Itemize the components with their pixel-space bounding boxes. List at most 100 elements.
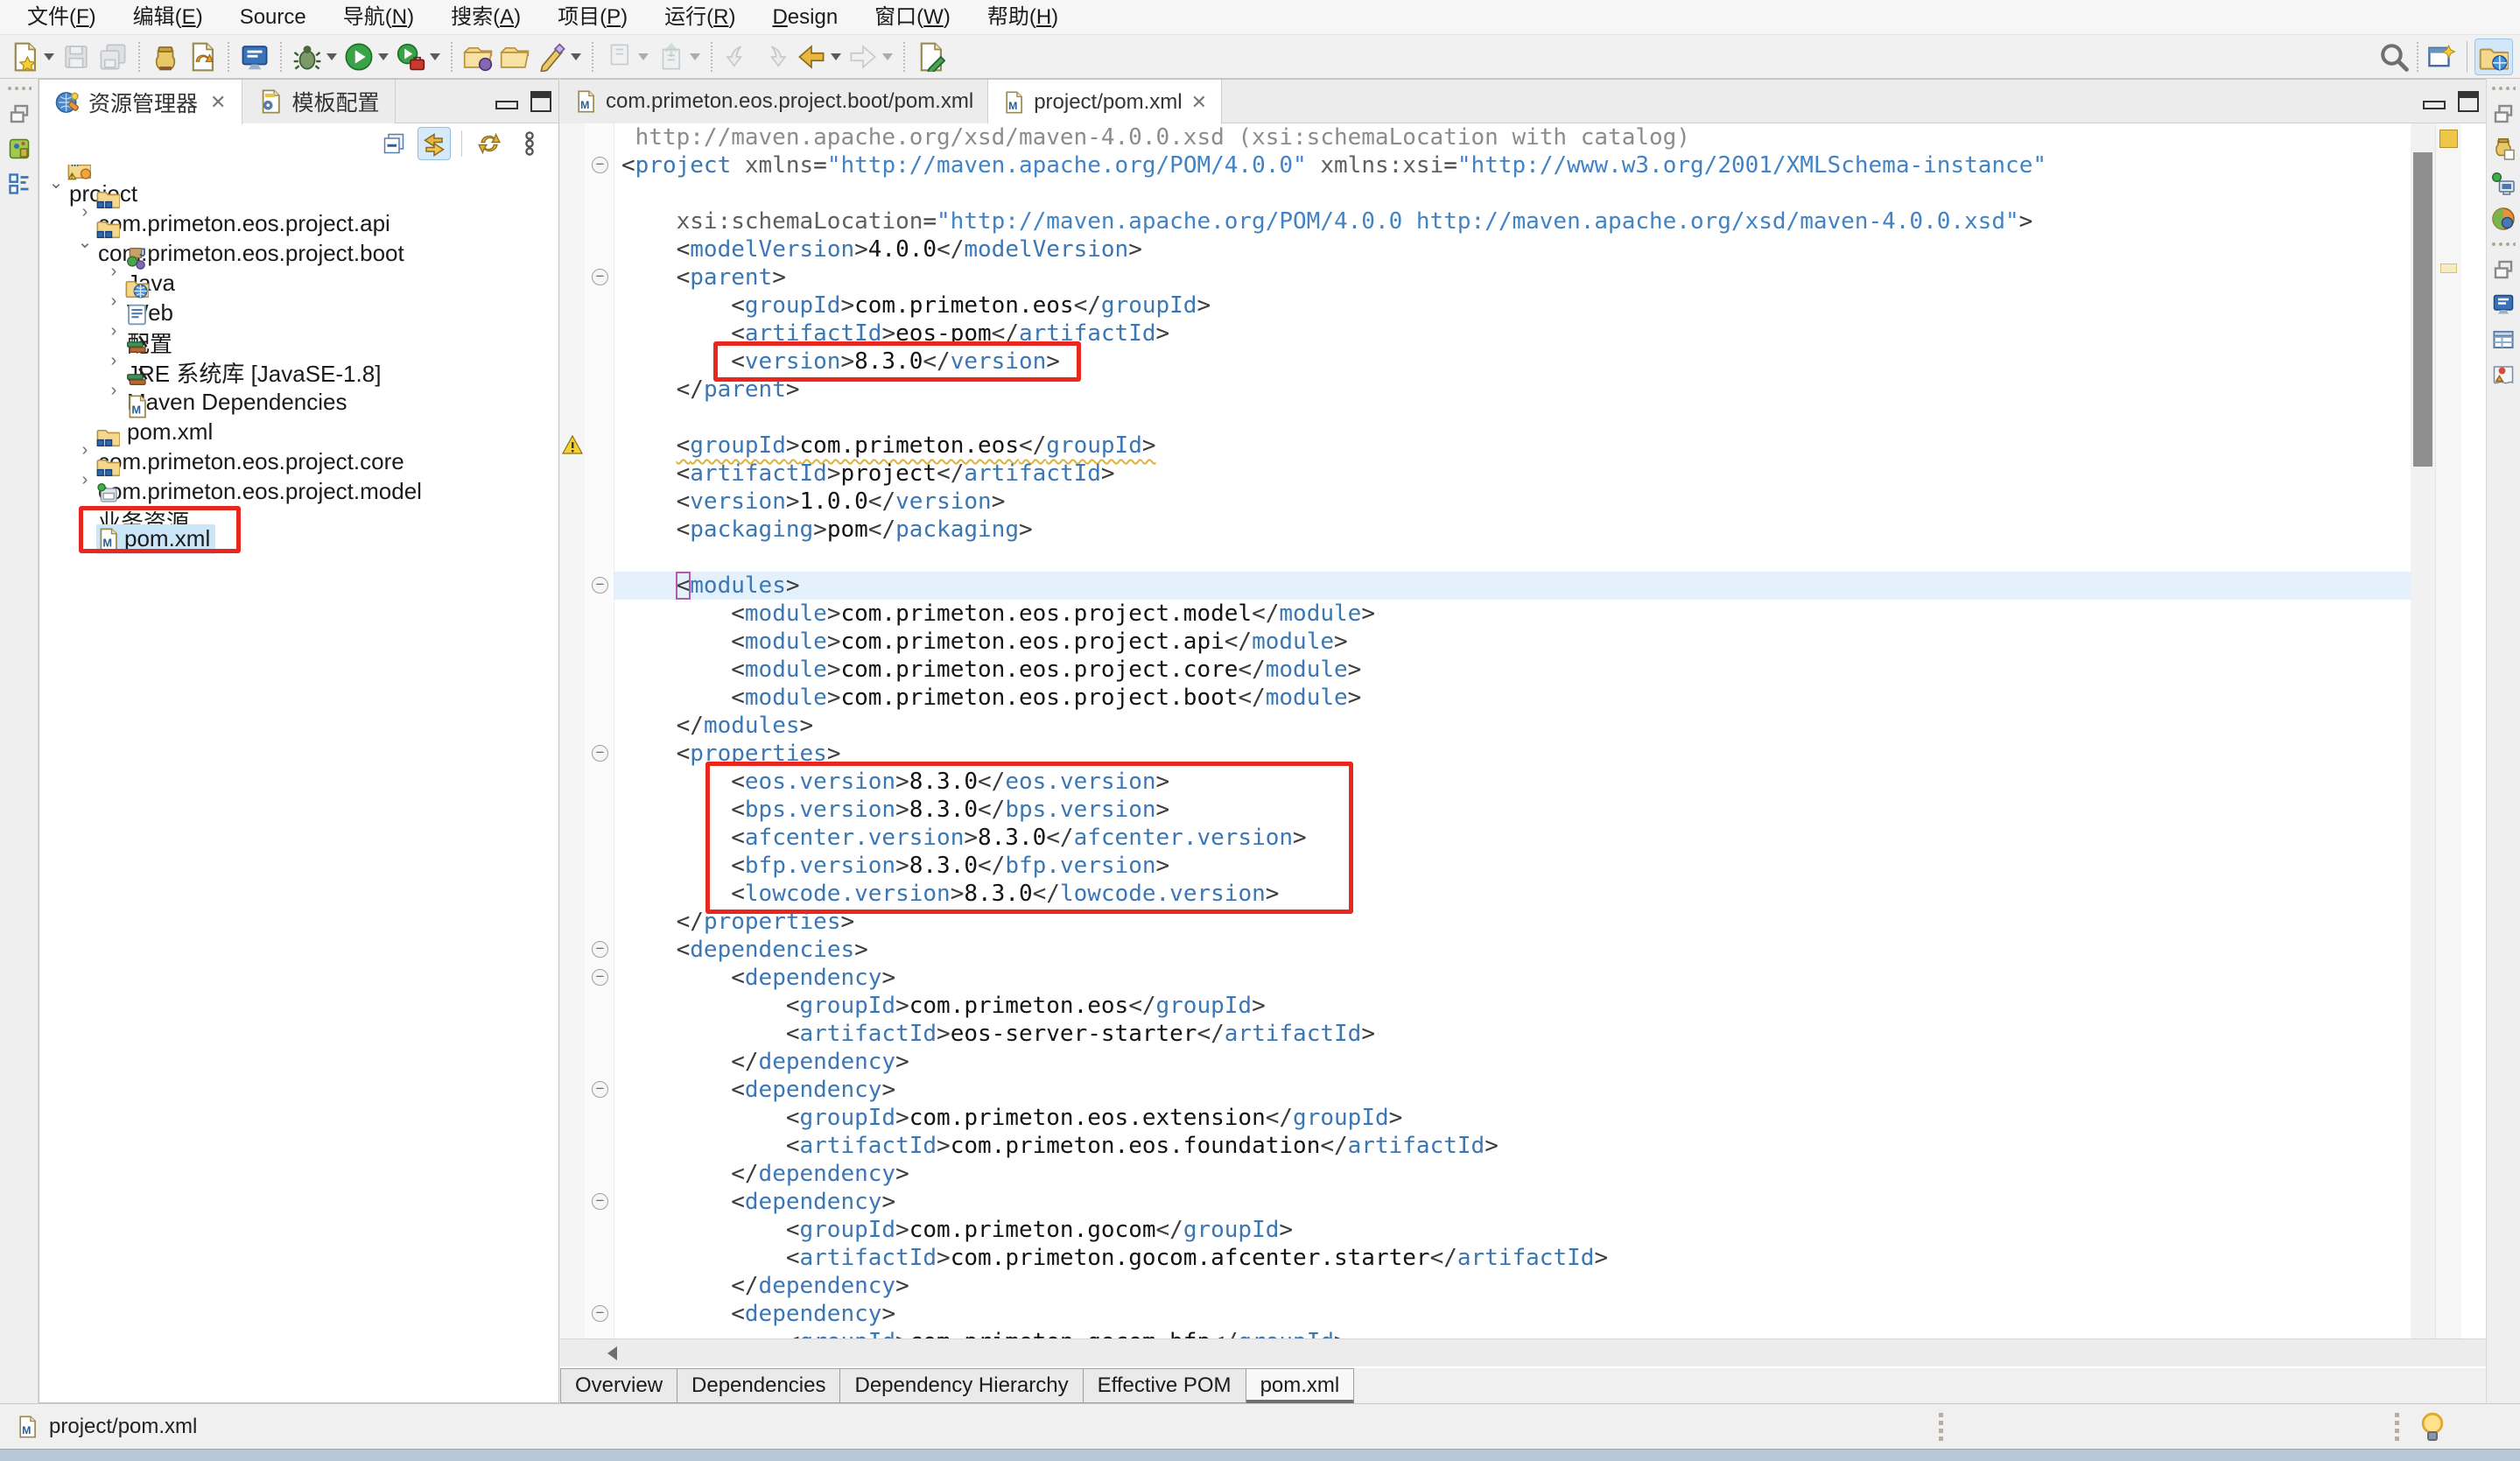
tree-item--[interactable]: 业务资源 [39,495,558,524]
tree-expander-icon[interactable]: › [102,291,125,312]
forward-button[interactable] [845,39,896,75]
fold-collapse-icon[interactable]: − [592,941,608,958]
save-all-button[interactable] [95,39,131,75]
fold-collapse-icon[interactable]: − [592,269,608,285]
tree-item-com.primeton.eos.project.boot[interactable]: ⌄com.primeton.eos.project.boot [39,227,558,256]
pom-page-tab-effective-pom[interactable]: Effective POM [1084,1368,1246,1403]
dropdown-caret-icon[interactable] [44,53,54,60]
pom-page-tab-pom.xml[interactable]: pom.xml [1246,1368,1355,1403]
code-line[interactable]: <artifactId>com.primeton.gocom.afcenter.… [614,1244,2435,1272]
dropdown-caret-icon[interactable] [831,53,841,60]
folder-purple-button[interactable] [460,39,496,75]
code-line[interactable]: <dependency> [614,964,2435,992]
scroll-left-arrow-icon[interactable] [607,1346,617,1360]
editor-tab[interactable]: Mcom.primeton.eos.project.boot/pom.xml [560,80,988,123]
sidebar-tab[interactable]: 资源管理器✕ [39,80,242,124]
fold-collapse-icon[interactable]: − [592,1193,608,1210]
menu-w[interactable]: 窗口(W) [856,0,969,35]
code-line[interactable]: <parent> [614,263,2435,291]
close-icon[interactable]: ✕ [207,91,226,114]
minimized-view-restore-views[interactable] [2488,98,2519,130]
code-line[interactable] [614,404,2435,432]
code-line[interactable]: </modules> [614,712,2435,740]
lightbulb-icon[interactable] [2418,1411,2447,1450]
tree-expander-icon[interactable]: › [102,321,125,341]
tree-expander-icon[interactable]: › [102,381,125,401]
overview-warning-mark[interactable] [2440,263,2457,273]
menu-r[interactable]: 运行(R) [646,0,754,35]
console-button[interactable] [236,39,273,75]
code-line[interactable]: <bfp.version>8.3.0</bfp.version> [614,852,2435,880]
tree-expander-icon[interactable]: › [102,351,125,371]
code-line[interactable]: </properties> [614,908,2435,936]
horizontal-scrollbar[interactable] [560,1338,2486,1366]
save-button[interactable] [58,39,95,75]
code-line[interactable]: <project xmlns="http://maven.apache.org/… [614,151,2435,179]
maximize-icon[interactable] [530,91,551,112]
minimized-view-network[interactable] [2488,203,2519,235]
drag-handle-icon[interactable] [2488,238,2519,250]
code-line[interactable] [614,179,2435,207]
menu-a[interactable]: 搜索(A) [432,0,539,35]
dropdown-caret-icon[interactable] [378,53,389,60]
tree-expander-icon[interactable]: ⌄ [45,172,67,193]
code-line[interactable]: <groupId>com.primeton.eos</groupId> [614,992,2435,1020]
minimized-view-restore-views[interactable] [4,98,35,130]
vertical-scrollbar[interactable] [2411,123,2435,1338]
xml-source-view[interactable]: http://maven.apache.org/xsd/maven-4.0.0.… [560,123,2486,1338]
dropdown-caret-icon[interactable] [571,53,581,60]
code-line[interactable]: </dependency> [614,1272,2435,1300]
pom-page-tab-dependency-hierarchy[interactable]: Dependency Hierarchy [840,1368,1083,1403]
tree-item-web[interactable]: ›Web [39,286,558,316]
link-editor-button[interactable] [418,127,451,160]
code-line[interactable]: <groupId>com.primeton.gocom</groupId> [614,1216,2435,1244]
code-line[interactable]: <version>8.3.0</version> [614,348,2435,376]
minimize-icon[interactable] [495,101,518,109]
code-line[interactable]: <version>1.0.0</version> [614,488,2435,516]
code-line[interactable]: <groupId>com.primeton.eos.extension</gro… [614,1104,2435,1132]
code-line[interactable]: </dependency> [614,1160,2435,1188]
open-last-edit-button[interactable] [912,39,949,75]
tree-expander-icon[interactable]: ⌄ [74,231,96,253]
code-line[interactable] [614,544,2435,572]
run-tool-button[interactable] [392,39,444,75]
statusbar-drag-handle[interactable] [2395,1413,2399,1441]
fold-collapse-icon[interactable]: − [592,577,608,594]
fold-collapse-icon[interactable]: − [592,1081,608,1098]
code-line[interactable]: <groupId>com.primeton.eos</groupId> [614,291,2435,320]
tree-expander-icon[interactable]: › [74,470,96,490]
maximize-icon[interactable] [2458,91,2479,112]
tree-item-pom.xml[interactable]: Mpom.xml [39,524,558,554]
minimized-view-map-view[interactable] [2488,359,2519,390]
minimized-view-outline[interactable] [4,168,35,200]
dropdown-caret-icon[interactable] [638,53,649,60]
code-line[interactable]: <packaging>pom</packaging> [614,516,2435,544]
menu-d[interactable]: Design [754,0,856,35]
new-wizard-button[interactable] [6,39,58,75]
persp-resource-button[interactable] [2474,39,2513,75]
code-line[interactable]: <module>com.primeton.eos.project.model</… [614,600,2435,628]
view-menu-button[interactable] [513,127,546,160]
minimized-view-servers[interactable] [2488,168,2519,200]
overview-status-square[interactable] [2439,130,2458,148]
code-line[interactable]: <lowcode.version>8.3.0</lowcode.version> [614,880,2435,908]
dropdown-caret-icon[interactable] [430,53,440,60]
refresh-doc-button[interactable] [184,39,221,75]
code-line[interactable]: <modelVersion>4.0.0</modelVersion> [614,235,2435,263]
code-line[interactable]: <bps.version>8.3.0</bps.version> [614,796,2435,824]
menu-f[interactable]: 文件(F) [9,0,115,35]
minimized-view-snippets[interactable] [2488,133,2519,165]
fold-collapse-icon[interactable]: − [592,157,608,173]
nav-next-button[interactable] [756,39,793,75]
collapse-all-button[interactable] [377,127,411,160]
tree-item-java[interactable]: ›JJava [39,256,558,286]
run-button[interactable] [340,39,392,75]
dropdown-caret-icon[interactable] [882,53,893,60]
marker-pen-button[interactable] [533,39,585,75]
close-icon[interactable]: ✕ [1191,91,1207,114]
tree-expander-icon[interactable]: › [74,202,96,222]
drag-handle-icon[interactable] [4,82,35,95]
fold-collapse-icon[interactable]: − [592,745,608,762]
code-line[interactable]: <artifactId>project</artifactId> [614,460,2435,488]
code-line[interactable]: <artifactId>eos-pom</artifactId> [614,320,2435,348]
